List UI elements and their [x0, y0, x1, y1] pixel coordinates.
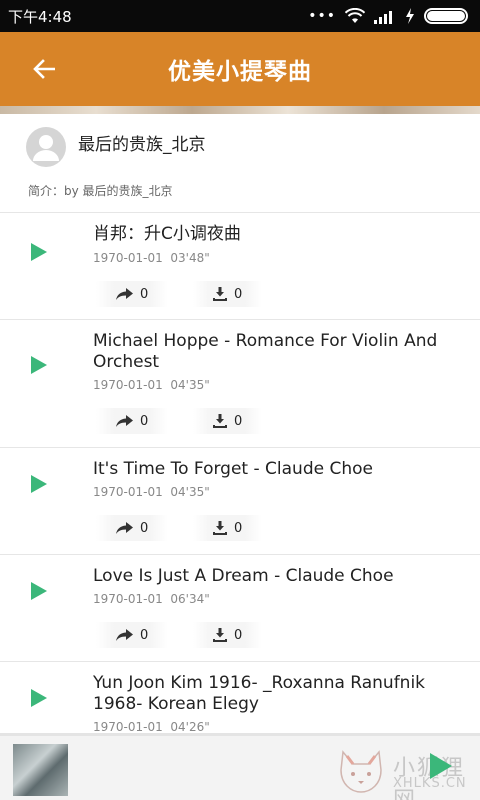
track-date: 1970-01-01: [93, 485, 163, 499]
share-button[interactable]: 0: [96, 281, 169, 307]
now-playing-cover[interactable]: [13, 744, 68, 796]
now-playing-bar[interactable]: 小狐狸网 XHLKS.CN: [0, 733, 480, 800]
download-icon: [213, 521, 227, 535]
album-header: 最后的贵族_北京 简介：by 最后的贵族_北京: [0, 114, 480, 213]
play-icon: [31, 689, 47, 707]
download-button[interactable]: 0: [193, 408, 263, 434]
share-count: 0: [140, 627, 149, 643]
track-date: 1970-01-01: [93, 251, 163, 265]
more-dots-icon: •••: [308, 8, 336, 24]
track-meta: 1970-01-01 04'35": [93, 378, 210, 392]
download-count: 0: [234, 627, 243, 643]
play-button[interactable]: [28, 354, 50, 376]
share-button[interactable]: 0: [96, 622, 169, 648]
play-icon: [430, 753, 452, 779]
play-button[interactable]: [28, 473, 50, 495]
download-button[interactable]: 0: [193, 281, 263, 307]
status-bar: 下午4:48 •••: [0, 0, 480, 32]
track-item[interactable]: Love Is Just A Dream - Claude Choe 1970-…: [0, 555, 480, 662]
track-title: Love Is Just A Dream - Claude Choe: [93, 566, 394, 586]
download-icon: [213, 414, 227, 428]
download-count: 0: [234, 286, 243, 302]
track-duration: 04'35": [170, 378, 210, 392]
status-icons: •••: [308, 8, 468, 24]
track-duration: 04'35": [170, 485, 210, 499]
download-icon: [213, 287, 227, 301]
share-icon: [116, 522, 133, 534]
share-icon: [116, 629, 133, 641]
download-button[interactable]: 0: [193, 622, 263, 648]
share-icon: [116, 288, 133, 300]
track-duration: 04'26": [170, 720, 210, 733]
share-count: 0: [140, 413, 149, 429]
play-button[interactable]: [28, 241, 50, 263]
back-button[interactable]: [26, 51, 62, 87]
share-count: 0: [140, 286, 149, 302]
page-title: 优美小提琴曲: [168, 59, 312, 85]
play-icon: [31, 356, 47, 374]
play-icon: [31, 582, 47, 600]
share-button[interactable]: 0: [96, 515, 169, 541]
track-meta: 1970-01-01 03'48": [93, 251, 210, 265]
battery-icon: [424, 8, 468, 24]
bottom-play-button[interactable]: [428, 752, 456, 780]
signal-icon: [374, 11, 392, 24]
avatar[interactable]: [26, 127, 66, 167]
track-duration: 03'48": [170, 251, 210, 265]
arrow-back-icon: [33, 59, 55, 79]
track-list: 肖邦：升C小调夜曲 1970-01-01 03'48" 0 0 Michael …: [0, 213, 480, 733]
download-count: 0: [234, 520, 243, 536]
track-item[interactable]: Michael Hoppe - Romance For Violin And O…: [0, 320, 480, 448]
track-meta: 1970-01-01 04'26": [93, 720, 210, 733]
share-button[interactable]: 0: [96, 408, 169, 434]
user-icon: [33, 135, 59, 161]
download-icon: [213, 628, 227, 642]
track-item[interactable]: Yun Joon Kim 1916- _Roxanna Ranufnik 196…: [0, 662, 480, 733]
download-count: 0: [234, 413, 243, 429]
share-count: 0: [140, 520, 149, 536]
download-button[interactable]: 0: [193, 515, 263, 541]
track-item[interactable]: It's Time To Forget - Claude Choe 1970-0…: [0, 448, 480, 555]
banner-image: [0, 106, 480, 114]
wifi-icon: [345, 8, 365, 23]
play-button[interactable]: [28, 687, 50, 709]
album-intro: 简介：by 最后的贵族_北京: [28, 184, 173, 198]
share-icon: [116, 415, 133, 427]
author-name[interactable]: 最后的贵族_北京: [78, 130, 206, 155]
app-bar: 优美小提琴曲: [0, 32, 480, 106]
play-icon: [31, 243, 47, 261]
track-duration: 06'34": [170, 592, 210, 606]
track-meta: 1970-01-01 04'35": [93, 485, 210, 499]
play-icon: [31, 475, 47, 493]
track-meta: 1970-01-01 06'34": [93, 592, 210, 606]
track-title: 肖邦：升C小调夜曲: [93, 224, 241, 244]
status-time: 下午4:48: [8, 7, 72, 26]
track-date: 1970-01-01: [93, 592, 163, 606]
track-title: Yun Joon Kim 1916- _Roxanna Ranufnik 196…: [93, 673, 426, 714]
track-title: Michael Hoppe - Romance For Violin And O…: [93, 331, 438, 372]
fox-logo-icon: [340, 750, 382, 793]
track-date: 1970-01-01: [93, 378, 163, 392]
track-title: It's Time To Forget - Claude Choe: [93, 459, 373, 479]
track-item[interactable]: 肖邦：升C小调夜曲 1970-01-01 03'48" 0 0: [0, 213, 480, 320]
track-date: 1970-01-01: [93, 720, 163, 733]
charging-icon: [406, 8, 414, 24]
play-button[interactable]: [28, 580, 50, 602]
